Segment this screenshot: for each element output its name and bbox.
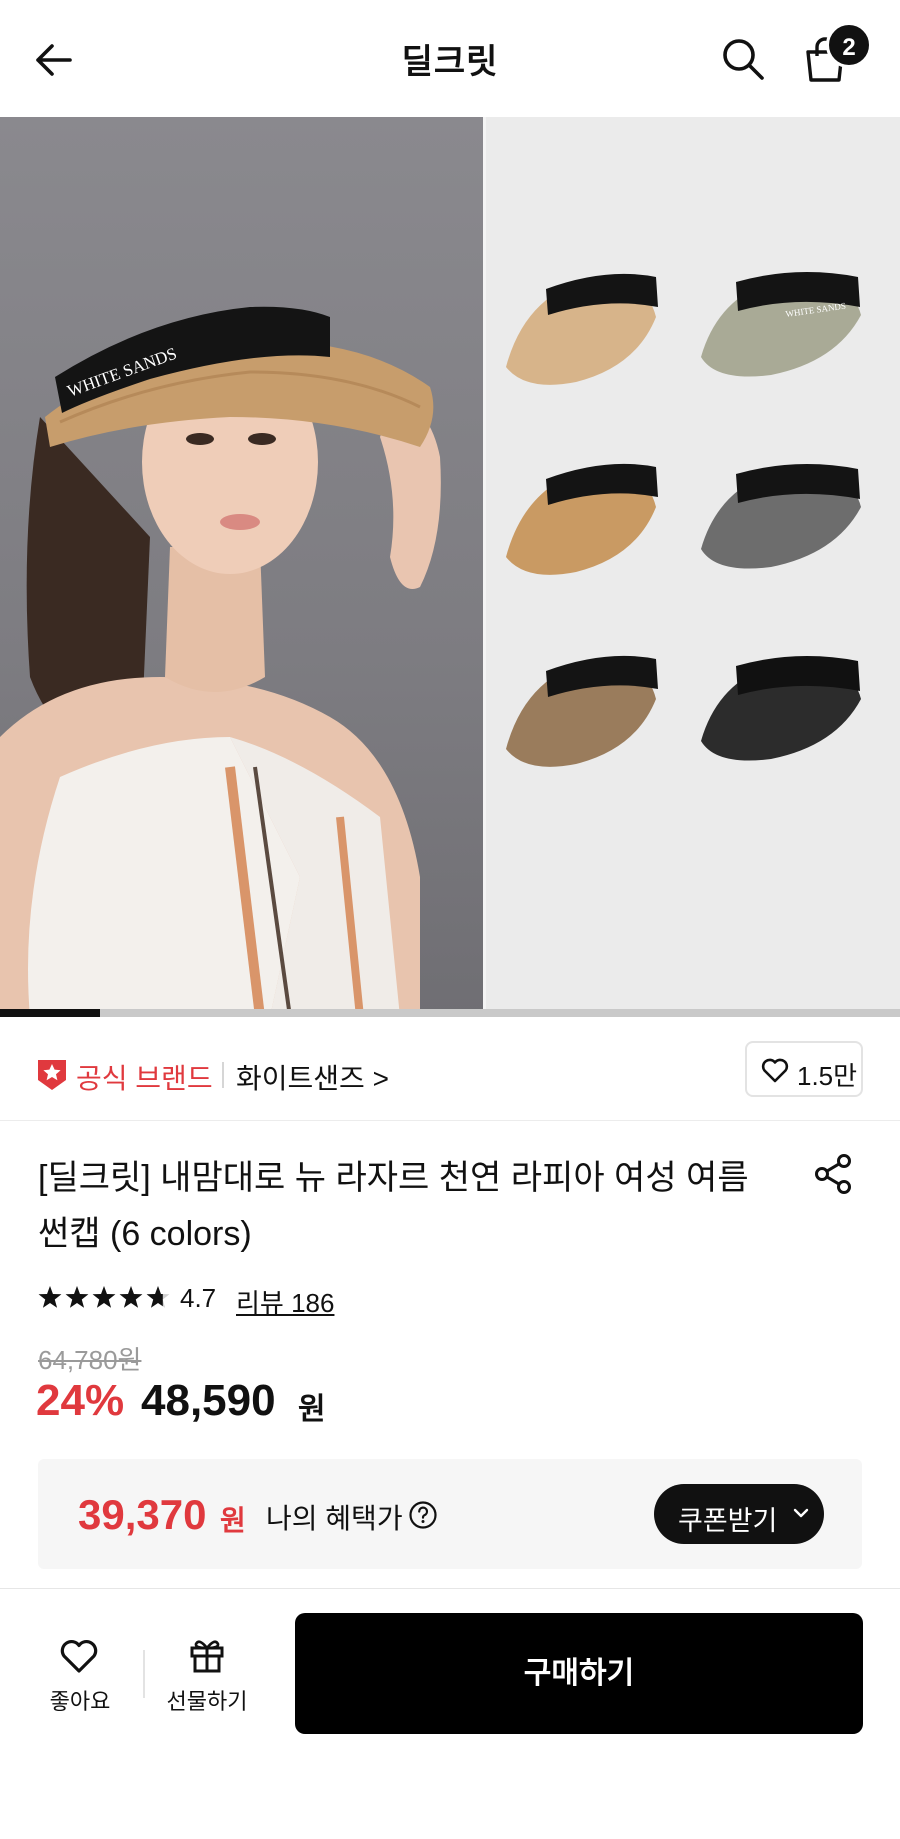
bottom-bar-divider	[0, 1588, 900, 1589]
color-variants-photo: WHITE SANDS	[486, 117, 900, 1017]
share-icon[interactable]	[811, 1152, 855, 1196]
sale-price: 48,590	[141, 1376, 276, 1425]
get-coupon-button[interactable]: 쿠폰받기	[654, 1484, 824, 1544]
star-icon	[92, 1286, 116, 1308]
search-icon[interactable]	[718, 34, 768, 84]
benefit-label: 나의 혜택가	[266, 1503, 403, 1534]
help-circle-icon[interactable]	[408, 1500, 438, 1530]
my-benefit-price-box: 39,370 원 나의 혜택가 쿠폰받기	[38, 1459, 862, 1569]
rating-value: 4.7	[180, 1283, 217, 1313]
bottom-bar-separator	[143, 1650, 145, 1698]
brand-like-button[interactable]: 1.5만	[745, 1041, 863, 1097]
brand-like-count: 1.5만	[797, 1061, 858, 1091]
heart-icon	[761, 1058, 789, 1083]
star-icon	[38, 1286, 62, 1308]
heart-icon	[60, 1640, 98, 1673]
product-title: [딜크릿] 내맘대로 뉴 라자르 천연 라피아 여성 여름 썬캡 (6 colo…	[38, 1159, 749, 1253]
brand-row: 공식 브랜드 화이트샌즈 > 1.5만	[0, 1017, 900, 1121]
brand-name-link[interactable]: 화이트샌즈 >	[236, 1057, 389, 1097]
gift-icon	[190, 1640, 224, 1673]
model-photo: WHITE SANDS	[0, 117, 483, 1017]
star-icon	[65, 1286, 89, 1308]
get-coupon-label: 쿠폰받기	[678, 1506, 778, 1536]
top-app-bar: 딜크릿 2	[0, 0, 900, 117]
official-brand-label: 공식 브랜드	[76, 1063, 213, 1094]
star-icon	[119, 1286, 143, 1308]
original-price: 64,780원	[38, 1345, 142, 1375]
benefit-price: 39,370	[78, 1491, 207, 1538]
sale-price-unit: 원	[298, 1393, 326, 1426]
gift-button[interactable]: 선물하기	[160, 1632, 254, 1714]
official-brand-badge-icon	[38, 1060, 66, 1090]
carousel-progress-fill	[0, 1009, 100, 1017]
gift-label: 선물하기	[166, 1689, 248, 1714]
carousel-progress-track	[0, 1009, 900, 1017]
chevron-down-icon	[793, 1508, 809, 1518]
cart-count-badge: 2	[826, 22, 872, 68]
product-image-carousel[interactable]: WHITE SANDS WHITE SANDS	[0, 117, 900, 1017]
buy-button[interactable]: 구매하기	[295, 1613, 863, 1734]
rating-stars	[38, 1286, 170, 1308]
favorite-label: 좋아요	[49, 1689, 111, 1714]
review-count-link[interactable]: 리뷰 186	[236, 1283, 334, 1320]
benefit-price-unit: 원	[220, 1505, 246, 1536]
discount-rate: 24%	[36, 1376, 125, 1425]
brand-separator	[222, 1062, 224, 1088]
favorite-button[interactable]: 좋아요	[40, 1632, 120, 1714]
